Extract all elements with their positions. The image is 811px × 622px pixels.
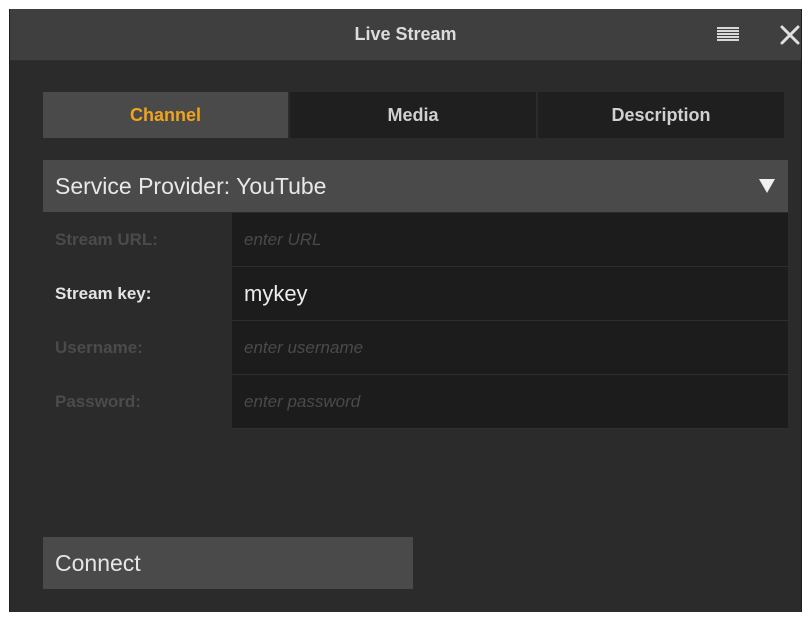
stream-url-label: Stream URL: [55, 230, 158, 249]
username-field[interactable]: enter username [232, 321, 788, 375]
tab-description[interactable]: Description [536, 92, 784, 138]
stream-url-row: Stream URL: enter URL [43, 213, 788, 267]
username-placeholder: enter username [244, 338, 364, 357]
live-stream-window: Live Stream Channel Media Description Se… [9, 9, 802, 612]
password-row: Password: enter password [43, 375, 788, 429]
username-label: Username: [55, 338, 143, 357]
password-placeholder: enter password [244, 392, 361, 411]
window-title: Live Stream [354, 24, 457, 44]
username-row: Username: enter username [43, 321, 788, 375]
close-icon[interactable] [778, 23, 802, 47]
connect-button-label: Connect [55, 550, 141, 576]
tab-media[interactable]: Media [288, 92, 536, 138]
tab-bar: Channel Media Description [43, 92, 784, 138]
stream-key-value: mykey [244, 281, 308, 306]
stream-key-field[interactable]: mykey [232, 267, 788, 321]
service-provider-label: Service Provider: YouTube [55, 173, 327, 199]
stream-url-field[interactable]: enter URL [232, 213, 788, 267]
service-provider-dropdown[interactable]: Service Provider: YouTube [43, 160, 788, 212]
stream-key-row: Stream key: mykey [43, 267, 788, 321]
hamburger-menu-icon[interactable] [717, 27, 739, 43]
title-bar: Live Stream [10, 9, 801, 61]
password-field[interactable]: enter password [232, 375, 788, 429]
connect-button[interactable]: Connect [43, 537, 413, 589]
tab-channel[interactable]: Channel [43, 92, 288, 138]
stream-url-placeholder: enter URL [244, 230, 322, 249]
stream-key-label: Stream key: [55, 284, 152, 303]
dropdown-arrow-icon [759, 179, 775, 193]
channel-form: Stream URL: enter URL Stream key: mykey … [43, 213, 788, 429]
password-label: Password: [55, 392, 141, 411]
